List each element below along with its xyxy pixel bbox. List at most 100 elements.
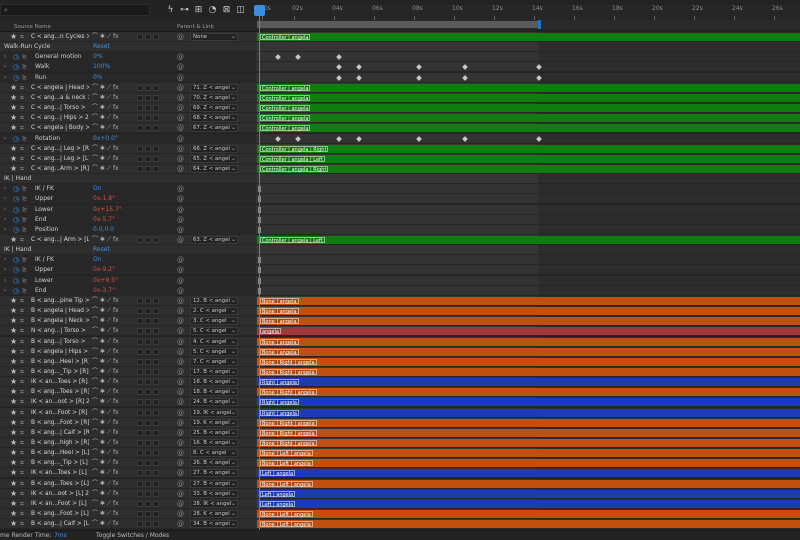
layer-duration-bar[interactable]: Left | angela (257, 489, 800, 498)
puppet-star-icon[interactable]: ★ (10, 367, 17, 377)
layer-duration-bar[interactable]: Bone | Left | angela (257, 459, 800, 468)
timeline-track[interactable] (256, 285, 800, 296)
layer-name[interactable]: IK < an...Foot > [L] (31, 499, 89, 509)
layer-switches[interactable]: ⌒ ✱ ⟋ fx (92, 144, 134, 154)
pick-whip-icon[interactable]: @ (177, 377, 184, 387)
parent-dropdown[interactable]: 12. B < angel ⌄ (190, 296, 238, 305)
layer-switch-boxes[interactable] (137, 450, 171, 457)
puppet-star-icon[interactable]: ★ (10, 489, 17, 499)
layer-switches[interactable]: ⌒ ✱ ⟋ fx (92, 113, 134, 123)
layer-name[interactable]: B < ang...Heel > [L] (31, 448, 89, 458)
property-value[interactable]: 0x+9.5° (93, 276, 118, 286)
layer-name[interactable]: B < angela | Hips > (31, 347, 89, 357)
layer-row[interactable]: ★ ⌗ IK < an...oot > [R] 2 ⌒ ✱ ⟋ fx @24. B < … (0, 397, 800, 408)
parent-dropdown[interactable]: 5. C < angel ⌄ (190, 327, 238, 336)
property-row[interactable]: › ◷ ⊵ Lower 0x+9.5° @ (0, 275, 800, 286)
property-value[interactable]: 0x-3.7° (93, 286, 115, 296)
timeline-track[interactable]: Controller | angela (256, 92, 800, 103)
puppet-star-icon[interactable]: ★ (10, 316, 17, 326)
pick-whip-icon[interactable]: @ (177, 113, 184, 123)
layer-switch-boxes[interactable] (137, 409, 171, 416)
timeline-track[interactable]: Controller | angela | Left (256, 153, 800, 164)
layer-duration-bar[interactable]: Bone | angela (257, 337, 800, 346)
puppet-star-icon[interactable]: ★ (10, 499, 17, 509)
layer-name[interactable]: C < ang...| Hips > 2 (31, 113, 89, 123)
layer-name[interactable]: IK < an...Toes > [L] (31, 468, 89, 478)
parent-dropdown[interactable]: 28. IK < angel ⌄ (190, 499, 238, 508)
parent-dropdown[interactable]: 19. K < angel ⌄ (190, 418, 238, 427)
layer-switch-boxes[interactable] (137, 297, 171, 304)
layer-switch-boxes[interactable] (137, 145, 171, 152)
puppet-star-icon[interactable]: ★ (10, 397, 17, 407)
layer-duration-bar[interactable]: Bone | angela (257, 307, 800, 316)
source-name-header[interactable]: Source Name (14, 24, 51, 30)
timeline-track[interactable] (256, 214, 800, 225)
pick-whip-icon[interactable]: @ (177, 468, 184, 478)
layer-duration-bar[interactable]: Right | angela (257, 398, 800, 407)
parent-dropdown[interactable]: 70. Z < angel ⌄ (190, 93, 238, 102)
layer-switches[interactable]: ⌒ ✱ ⟋ fx (92, 377, 134, 387)
parent-dropdown[interactable]: 27. B < angel ⌄ (190, 479, 238, 488)
layer-row[interactable]: ★ ⌗ C < ang...| Arm > [L] ⌒ ✱ ⟋ fx @63. Z < … (0, 235, 800, 245)
timeline-track[interactable]: Bone | Left | angela (256, 509, 800, 520)
twirl-icon[interactable]: › (4, 215, 6, 225)
parent-dropdown[interactable]: 25. B < angel ⌄ (190, 428, 238, 437)
timeline-track[interactable] (256, 62, 800, 73)
layer-row[interactable]: ★ ⌗ IK < an...Toes > [L] ⌒ ✱ ⟋ fx @27. B < a… (0, 468, 800, 479)
layer-switch-boxes[interactable] (137, 389, 171, 396)
timeline-track[interactable]: Left | angela (256, 488, 800, 499)
layer-duration-bar[interactable]: Controller | angela (257, 104, 800, 113)
layer-switches[interactable]: ⌒ ✱ ⟋ fx (92, 418, 134, 428)
layer-duration-bar[interactable]: Bone | Left | angela (257, 479, 800, 488)
layer-duration-bar[interactable]: Controller | angela (257, 114, 800, 123)
twirl-icon[interactable]: › (4, 134, 6, 144)
timeline-track[interactable] (256, 52, 800, 63)
stopwatch-icon[interactable]: ◷ (13, 52, 19, 62)
puppet-star-icon[interactable]: ★ (10, 32, 17, 42)
layer-switch-boxes[interactable] (137, 399, 171, 406)
layer-row[interactable]: ★ ⌗ B < ang..._Tip > [L] ⌒ ✱ ⟋ fx @26. B < a… (0, 458, 800, 469)
property-value[interactable]: 0x-5.7° (93, 215, 115, 225)
twirl-icon[interactable]: › (4, 52, 6, 62)
pick-whip-icon[interactable]: @ (177, 134, 184, 144)
pick-whip-icon[interactable]: @ (177, 326, 184, 336)
pick-whip-icon[interactable]: @ (177, 347, 184, 357)
layer-switches[interactable]: ⌒ ✱ ⟋ fx (92, 32, 134, 42)
layer-duration-bar[interactable]: Controller | angela (257, 124, 800, 133)
timeline-track[interactable]: Right | angela (256, 407, 800, 418)
pick-whip-icon[interactable]: @ (177, 123, 184, 133)
property-row[interactable]: › ◷ ⊵ Rotation 0x+0.0° @ (0, 133, 800, 144)
puppet-star-icon[interactable]: ★ (10, 235, 17, 245)
layer-duration-bar[interactable]: Right | angela (257, 408, 800, 417)
layer-duration-bar[interactable]: Controller | angela | Left (257, 154, 800, 163)
layer-row[interactable]: ★ ⌗ IK < an...oot > [L] 2 ⌒ ✱ ⟋ fx @33. B < … (0, 488, 800, 499)
puppet-star-icon[interactable]: ★ (10, 306, 17, 316)
layer-duration-bar[interactable]: Bone | Left | angela (257, 449, 800, 458)
time-ruler[interactable]: 00s 02s 04s 06s 08s 10s 12s 14s 16s 18s 20s 22s 24s 2… (256, 5, 800, 20)
timeline-track[interactable]: Bone | angela (256, 295, 800, 306)
layer-switches[interactable]: ⌒ ✱ ⟋ fx (92, 347, 134, 357)
layer-switches[interactable]: ⌒ ✱ ⟋ fx (92, 296, 134, 306)
timeline-track[interactable] (256, 265, 800, 276)
pick-whip-icon[interactable]: @ (177, 509, 184, 519)
timeline-track[interactable]: Controller | angela (256, 82, 800, 93)
layer-name[interactable]: B < angela | Neck > (31, 316, 89, 326)
property-row[interactable]: › ◷ ⊵ IK / FK On @ (0, 255, 800, 266)
layer-name[interactable]: B < ang...Foot > [R] (31, 418, 89, 428)
layer-duration-bar[interactable]: Bone | angela (257, 347, 800, 356)
pick-whip-icon[interactable]: @ (177, 265, 184, 275)
parent-dropdown[interactable]: None ⌄ (190, 33, 238, 41)
parent-dropdown[interactable]: 26. B < angel ⌄ (190, 459, 238, 468)
parent-dropdown[interactable]: 64. Z < angel ⌄ (190, 164, 238, 173)
layer-duration-bar[interactable]: Left | angela (257, 469, 800, 478)
stopwatch-icon[interactable]: ◷ (13, 184, 19, 194)
pick-whip-icon[interactable]: @ (177, 184, 184, 194)
layer-name[interactable]: IK < an...Toes > [R] (31, 377, 89, 387)
layer-name[interactable]: B < ang...Toes > [R] (31, 387, 89, 397)
twirl-icon[interactable]: › (4, 62, 6, 72)
current-time-indicator[interactable] (259, 5, 260, 535)
layer-switch-boxes[interactable] (137, 470, 171, 477)
layer-row[interactable]: ★ ⌗ N < ang...| Torso > ⌒ ✱ ⟋ fx @5. C < ang… (0, 326, 800, 337)
property-value[interactable]: 0% (93, 73, 103, 83)
layer-duration-bar[interactable]: angela (257, 327, 800, 336)
